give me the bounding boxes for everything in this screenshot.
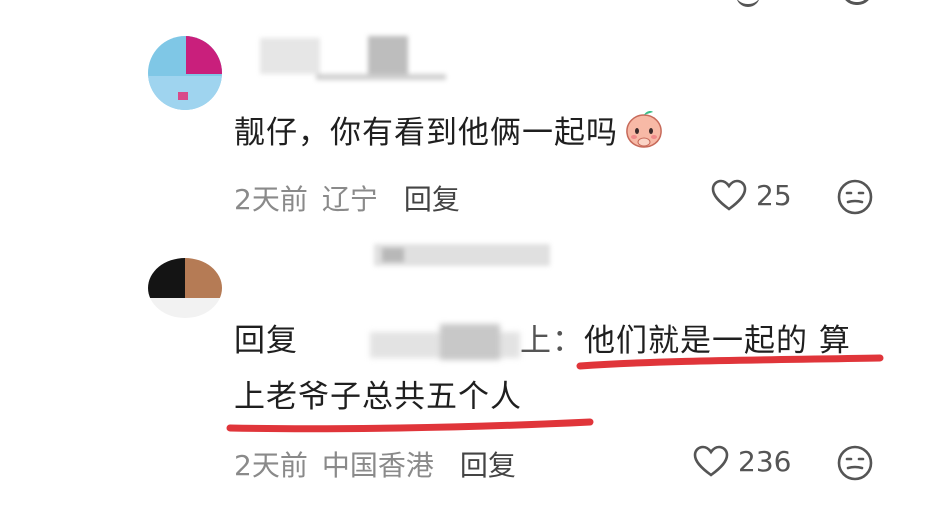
avatar[interactable] [148, 258, 222, 318]
peach-blush-emoji-icon [622, 109, 666, 160]
reply-button[interactable]: 回复 [460, 444, 516, 484]
highlight-underline [576, 354, 884, 370]
reply-prefix: 回复 [234, 323, 298, 359]
comment-location: 中国香港 [321, 449, 434, 482]
emoji-face-icon[interactable] [842, 0, 872, 5]
reply-target-suffix: 上： [520, 323, 584, 359]
like-count: 236 [738, 444, 792, 478]
smiley-face-icon [837, 445, 873, 481]
username-blurred[interactable] [256, 34, 456, 82]
reply-button[interactable]: 回复 [404, 178, 460, 218]
highlight-underline [226, 418, 594, 433]
comment-location: 辽宁 [321, 183, 378, 216]
heart-outline-icon [693, 445, 729, 477]
comment-text: 回复 [234, 320, 298, 362]
comment-meta: 2天前 辽宁 回复 [234, 178, 460, 218]
reply-target-blurred[interactable] [370, 320, 520, 364]
like-count: 25 [756, 178, 792, 212]
comment-text-line-2: 上老爷子总共五个人 [234, 379, 522, 415]
like-button[interactable]: 236 [692, 444, 791, 478]
emoji-reaction-button[interactable] [836, 178, 874, 220]
previous-comment-actions [736, 0, 906, 7]
comment-text: 靓仔，你有看到他俩一起吗 [234, 109, 666, 160]
heart-outline-icon [711, 179, 747, 211]
smiley-face-icon [837, 179, 873, 215]
emoji-reaction-button[interactable] [836, 444, 874, 486]
username-blurred[interactable] [372, 240, 552, 270]
heart-icon[interactable] [736, 0, 760, 7]
comment-time: 2天前 [234, 183, 308, 216]
comment-meta: 2天前 中国香港 回复 [234, 444, 516, 484]
avatar[interactable] [148, 36, 222, 110]
comment-time: 2天前 [234, 449, 308, 482]
like-button[interactable]: 25 [710, 178, 792, 212]
